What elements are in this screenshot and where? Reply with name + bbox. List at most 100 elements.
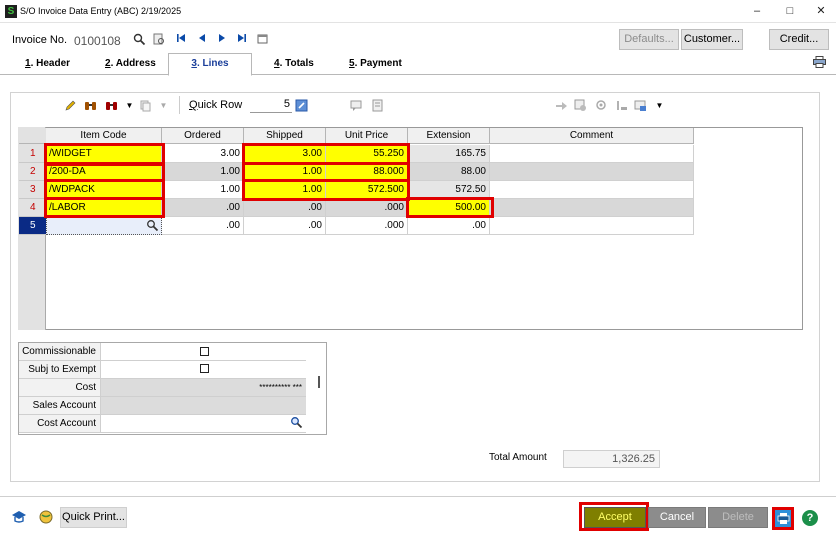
column-header-extension[interactable]: Extension bbox=[408, 128, 490, 144]
comment-cell[interactable] bbox=[490, 163, 694, 181]
grid-options-icon[interactable] bbox=[634, 99, 647, 112]
maximize-button[interactable]: □ bbox=[775, 3, 805, 20]
cost-account-input[interactable] bbox=[101, 415, 306, 433]
column-header-comment[interactable]: Comment bbox=[490, 128, 694, 144]
memo-icon[interactable] bbox=[350, 99, 363, 112]
last-record-icon[interactable] bbox=[235, 33, 249, 47]
total-amount-label: Total Amount bbox=[489, 452, 547, 463]
tab-lines[interactable]: 3. Lines bbox=[168, 53, 252, 76]
chevron-down-icon[interactable]: ▼ bbox=[157, 99, 170, 112]
grid-corner bbox=[19, 128, 46, 144]
extension-cell[interactable]: 88.00 bbox=[408, 163, 490, 181]
item-code-cell[interactable]: /WIDGET bbox=[46, 145, 162, 163]
commissionable-checkbox[interactable] bbox=[200, 347, 209, 356]
row-number[interactable]: 3 bbox=[19, 181, 46, 199]
accept-button[interactable]: Accept bbox=[584, 507, 646, 528]
item-lookup-icon[interactable] bbox=[146, 219, 160, 233]
ordered-cell[interactable]: 1.00 bbox=[162, 163, 244, 181]
chevron-down-icon[interactable]: ▼ bbox=[123, 99, 136, 112]
delete-button[interactable]: Delete bbox=[708, 507, 768, 528]
ordered-cell[interactable]: .00 bbox=[162, 217, 244, 235]
sort-icon[interactable] bbox=[615, 99, 628, 112]
comment-cell[interactable] bbox=[490, 181, 694, 199]
chevron-down-icon[interactable]: ▼ bbox=[653, 99, 666, 112]
extension-cell[interactable]: 500.00 bbox=[408, 199, 490, 217]
binoculars-filter-icon[interactable] bbox=[105, 99, 118, 112]
row-number-current[interactable]: 5 bbox=[19, 217, 46, 235]
quick-row-input[interactable]: 5 bbox=[250, 96, 292, 113]
go-to-row-icon[interactable] bbox=[295, 99, 308, 112]
ordered-cell[interactable]: .00 bbox=[162, 199, 244, 217]
tab-header[interactable]: 1. Header bbox=[25, 58, 70, 69]
item-code-cell[interactable]: /200-DA bbox=[46, 163, 162, 181]
customer-button[interactable]: Customer... bbox=[681, 29, 743, 50]
minimize-button[interactable]: – bbox=[742, 3, 772, 20]
document-icon[interactable] bbox=[371, 99, 384, 112]
copy-lines-icon[interactable] bbox=[139, 99, 152, 112]
comment-cell[interactable] bbox=[490, 217, 694, 235]
tab-payment[interactable]: 5. Payment bbox=[349, 58, 402, 69]
cancel-button[interactable]: Cancel bbox=[648, 507, 706, 528]
print-button[interactable] bbox=[772, 507, 794, 530]
unit-price-cell[interactable]: .000 bbox=[326, 199, 408, 217]
extension-cell[interactable]: 165.75 bbox=[408, 145, 490, 163]
ordered-cell[interactable]: 3.00 bbox=[162, 145, 244, 163]
invoice-no-field[interactable]: 0100108 bbox=[74, 34, 121, 48]
merge-icon[interactable] bbox=[555, 99, 568, 112]
column-header-item-code[interactable]: Item Code bbox=[46, 128, 162, 144]
item-code-cell[interactable]: /LABOR bbox=[46, 199, 162, 217]
row-number[interactable]: 2 bbox=[19, 163, 46, 181]
comment-cell[interactable] bbox=[490, 145, 694, 163]
unit-price-cell[interactable]: 55.250 bbox=[326, 145, 408, 163]
tab-totals[interactable]: 4. Totals bbox=[274, 58, 314, 69]
defaults-button[interactable]: Defaults... bbox=[619, 29, 679, 50]
search-list-icon[interactable] bbox=[152, 33, 166, 47]
lookup-icon[interactable] bbox=[132, 33, 146, 47]
edit-pencil-icon[interactable] bbox=[64, 99, 77, 112]
ordered-cell[interactable]: 1.00 bbox=[162, 181, 244, 199]
column-header-ordered[interactable]: Ordered bbox=[162, 128, 244, 144]
credit-button[interactable]: Credit... bbox=[769, 29, 829, 50]
column-header-unit-price[interactable]: Unit Price bbox=[326, 128, 408, 144]
tab-address[interactable]: 2. Address bbox=[105, 58, 156, 69]
shipped-cell[interactable]: .00 bbox=[244, 217, 326, 235]
item-code-input[interactable] bbox=[46, 217, 162, 235]
row-number[interactable]: 4 bbox=[19, 199, 46, 217]
cost-account-lookup-icon[interactable] bbox=[290, 416, 304, 430]
shipped-cell[interactable]: .00 bbox=[244, 199, 326, 217]
unit-price-cell[interactable]: 88.000 bbox=[326, 163, 408, 181]
calendar-icon[interactable] bbox=[255, 33, 269, 47]
shipped-cell[interactable]: 3.00 bbox=[244, 145, 326, 163]
graduation-cap-icon[interactable] bbox=[11, 510, 27, 524]
binoculars-icon[interactable] bbox=[84, 99, 97, 112]
subj-exempt-label: Subj to Exempt bbox=[19, 361, 101, 379]
comment-cell[interactable] bbox=[490, 199, 694, 217]
sales-account-label: Sales Account bbox=[19, 397, 101, 415]
cost-value: ********** *** bbox=[101, 379, 306, 397]
unit-price-cell[interactable]: .000 bbox=[326, 217, 408, 235]
next-record-icon[interactable] bbox=[215, 33, 229, 47]
globe-icon[interactable] bbox=[39, 510, 53, 524]
commissionable-label: Commissionable bbox=[19, 343, 101, 361]
printer-settings-icon[interactable] bbox=[813, 56, 826, 68]
item-code-cell[interactable]: /WDPACK bbox=[46, 181, 162, 199]
subj-exempt-checkbox[interactable] bbox=[200, 364, 209, 373]
column-header-shipped[interactable]: Shipped bbox=[244, 128, 326, 144]
row-number[interactable]: 1 bbox=[19, 145, 46, 163]
scroll-indicator[interactable] bbox=[318, 376, 320, 388]
close-button[interactable]: ✕ bbox=[806, 3, 836, 20]
tab-totals-label: . Totals bbox=[279, 58, 314, 69]
grid-settings-icon[interactable] bbox=[574, 99, 587, 112]
first-record-icon[interactable] bbox=[174, 33, 188, 47]
cost-label: Cost bbox=[19, 379, 101, 397]
unit-price-cell[interactable]: 572.500 bbox=[326, 181, 408, 199]
help-icon[interactable]: ? bbox=[802, 510, 818, 526]
quick-print-button[interactable]: Quick Print... bbox=[60, 507, 127, 528]
extension-cell[interactable]: .00 bbox=[408, 217, 490, 235]
shipped-cell[interactable]: 1.00 bbox=[244, 163, 326, 181]
tab-payment-label: . Payment bbox=[354, 58, 402, 69]
shipped-cell[interactable]: 1.00 bbox=[244, 181, 326, 199]
previous-record-icon[interactable] bbox=[195, 33, 209, 47]
extension-cell[interactable]: 572.50 bbox=[408, 181, 490, 199]
column-chooser-icon[interactable] bbox=[595, 99, 608, 112]
